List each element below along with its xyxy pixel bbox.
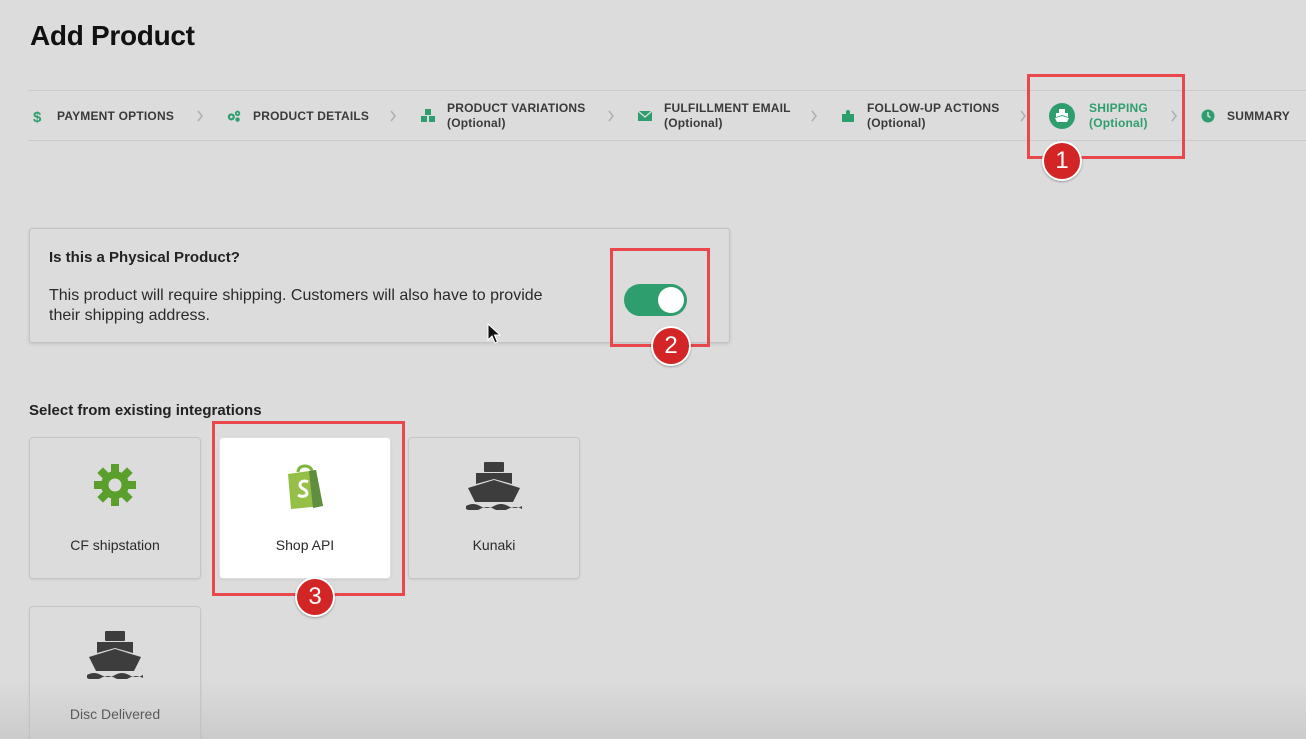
integration-tile-kunaki[interactable]: Kunaki [408,437,580,579]
step-label: SUMMARY [1227,108,1290,123]
svg-text:$: $ [33,109,42,124]
step-label: PRODUCT VARIATIONS [447,101,586,115]
step-product-variations[interactable]: PRODUCT VARIATIONS (Optional) [420,91,586,141]
ship-icon [30,629,200,679]
step-fulfillment-email[interactable]: FULFILLMENT EMAIL (Optional) [637,91,791,141]
step-payment-options[interactable]: $ PAYMENT OPTIONS [30,91,174,141]
step-label: FOLLOW-UP ACTIONS [867,101,1000,115]
physical-product-title: Is this a Physical Product? [49,249,240,266]
step-shipping[interactable]: SHIPPING (Optional) [1049,91,1148,141]
step-label: FULFILLMENT EMAIL [664,101,791,115]
integration-label: Kunaki [472,537,516,553]
ship-icon [409,460,579,510]
integration-tile-cf-shipstation[interactable]: CF shipstation [29,437,201,579]
annotation-badge-1: 1 [1042,141,1082,181]
puzzle-icon [840,108,856,124]
physical-product-description: This product will require shipping. Cust… [49,287,543,324]
chevron-right-icon [1018,108,1028,124]
physical-product-card: Is this a Physical Product? This product… [29,228,730,343]
annotation-badge-3: 3 [295,577,335,617]
clock-icon [1200,108,1216,124]
ship-icon [1049,103,1075,129]
step-sublabel: (Optional) [867,116,926,130]
envelope-icon [637,108,653,124]
step-label: PRODUCT DETAILS [253,108,370,123]
shopify-bag-icon [220,460,390,510]
integration-tile-disc-delivered[interactable]: Disc Delivered [29,606,201,739]
integrations-label: Select from existing integrations [29,402,262,419]
annotation-badge-2: 2 [651,326,691,366]
toggle-knob [658,287,684,313]
chevron-right-icon [388,108,398,124]
chevron-right-icon [195,108,205,124]
step-summary[interactable]: SUMMARY [1200,91,1290,141]
chevron-right-icon [1169,108,1179,124]
page-title: Add Product [30,20,195,51]
step-follow-up-actions[interactable]: FOLLOW-UP ACTIONS (Optional) [840,91,999,141]
integration-label: CF shipstation [70,537,160,553]
gears-icon [226,108,242,124]
step-product-details[interactable]: PRODUCT DETAILS [226,91,369,141]
integration-label: Disc Delivered [69,706,161,722]
step-label: SHIPPING [1089,101,1148,115]
integration-tile-shop-api[interactable]: Shop API [219,437,391,579]
dollar-icon: $ [30,108,46,124]
chevron-right-icon [809,108,819,124]
step-sublabel: (Optional) [664,116,723,130]
physical-product-toggle[interactable] [624,284,687,316]
integration-label: Shop API [275,537,335,553]
step-sublabel: (Optional) [1089,116,1148,130]
step-label: PAYMENT OPTIONS [57,108,175,123]
wizard-stepper: $ PAYMENT OPTIONS PRODUCT DETAILS PRODUC… [28,90,1306,141]
gear-icon [30,460,200,510]
chevron-right-icon [606,108,616,124]
mouse-cursor-icon [487,323,501,344]
step-sublabel: (Optional) [447,116,506,130]
cubes-icon [420,108,436,124]
